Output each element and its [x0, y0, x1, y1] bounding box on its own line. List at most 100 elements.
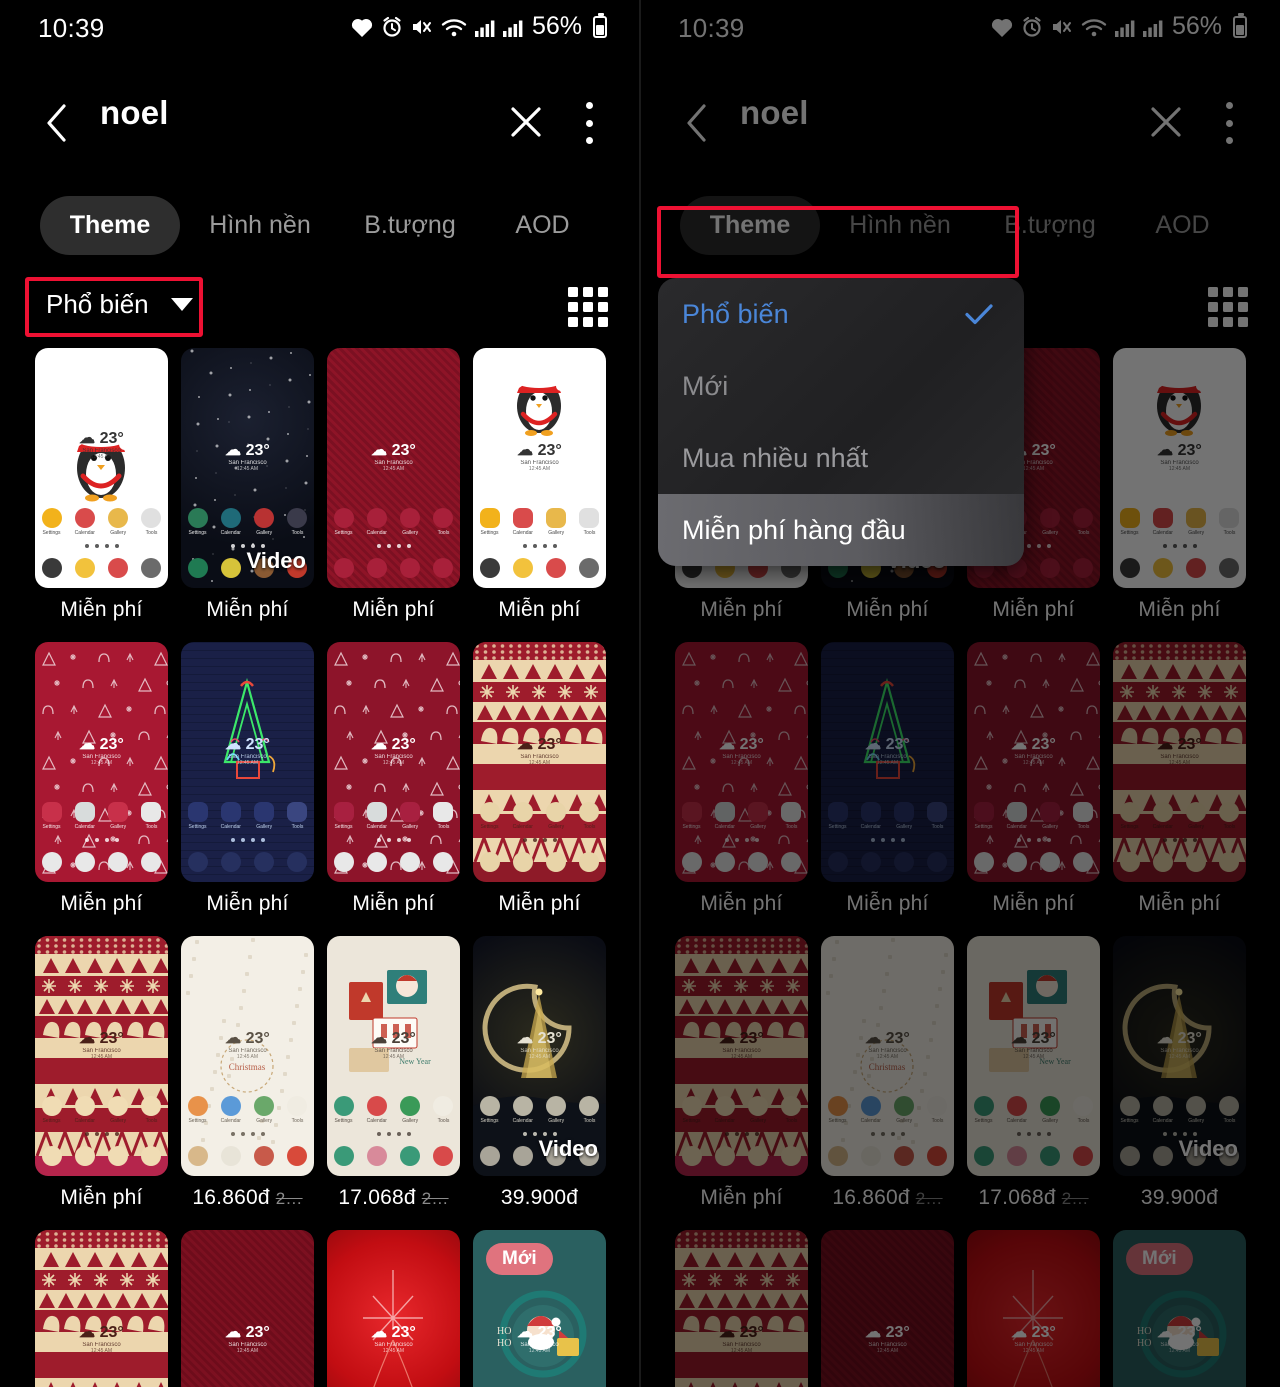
chevron-down-icon	[170, 298, 193, 311]
theme-card[interactable]: ☁ 23° San Francisco 12:45 AM Settings Ca…	[473, 642, 606, 916]
home-app-icon: Gallery	[546, 1096, 567, 1124]
home-dock-icon	[41, 558, 62, 578]
theme-preview: ☁ 23° San Francisco 12:45 AM Settings Ca…	[35, 1230, 168, 1387]
modal-scrim[interactable]	[640, 0, 1280, 1387]
home-dock-icon	[108, 558, 129, 578]
theme-price: Miễn phí	[206, 598, 289, 621]
menu-item-mien-phi-hang-dau[interactable]: Miễn phí hàng đầu	[658, 494, 1024, 566]
home-app-icon: Calendar	[220, 508, 241, 536]
home-dock-icon	[479, 558, 500, 578]
home-dock-icon	[220, 852, 241, 872]
home-app-icon: Settings	[479, 802, 500, 830]
theme-thumbnail[interactable]: ☁ 23° San Francisco 12:45 AM Settings Ca…	[327, 1230, 460, 1387]
home-dock-icon	[333, 1146, 354, 1166]
menu-item-mua-nhieu-nhat[interactable]: Mua nhiều nhất	[658, 422, 1024, 494]
home-dock	[41, 558, 162, 578]
home-app-icon: Tools	[287, 802, 308, 830]
weather-temp: ☁ 23°	[517, 736, 562, 753]
theme-thumbnail[interactable]: ☁ 23° San Francisco 12:45 AM Settings Ca…	[35, 642, 168, 882]
home-app-icon: Calendar	[220, 1096, 241, 1124]
theme-thumbnail[interactable]: ☁ 23° San Francisco 12:45 AM Settings Ca…	[35, 348, 168, 588]
theme-thumbnail[interactable]: ☁ 23° San Francisco 12:45 AM Settings Ca…	[327, 348, 460, 588]
theme-thumbnail[interactable]: ☁ 23° San Francisco 12:45 AM Settings Ca…	[473, 348, 606, 588]
theme-thumbnail[interactable]: ☁ 23° San Francisco 12:45 AM Settings Ca…	[473, 936, 606, 1176]
theme-thumbnail[interactable]: Christmas ☁ 23° San Francisco 12:45 AM S…	[181, 936, 314, 1176]
menu-item-pho-bien[interactable]: Phổ biến	[658, 278, 1024, 350]
theme-card[interactable]: Christmas ☁ 23° San Francisco 12:45 AM S…	[181, 936, 314, 1210]
close-icon[interactable]	[507, 103, 545, 141]
theme-thumbnail[interactable]: ☁ 23° San Francisco 12:45 AM Settings Ca…	[181, 348, 314, 588]
weather-temp: ☁ 23°	[371, 442, 416, 459]
theme-thumbnail[interactable]: ☁ 23° San Francisco 12:45 AM Settings Ca…	[473, 642, 606, 882]
home-app-icon: Settings	[41, 802, 62, 830]
theme-card[interactable]: ☁ 23° San Francisco 12:45 AM Settings Ca…	[181, 1230, 314, 1387]
theme-card[interactable]: ☁ 23° San Francisco 12:45 AM Settings Ca…	[181, 642, 314, 916]
weather-time: 12:45 AM	[528, 760, 551, 766]
theme-card[interactable]: ☁ 23° San Francisco 12:45 AM Settings Ca…	[35, 642, 168, 916]
theme-thumbnail[interactable]: ☁ 23° San Francisco 12:45 AM Settings Ca…	[327, 642, 460, 882]
dual-screenshot: 10:39 56% noel Theme Hình nền B.tượng AO…	[0, 0, 1280, 1387]
weather-temp: ☁ 23°	[517, 442, 562, 459]
home-dock-icon	[141, 558, 162, 578]
home-dock-icon	[187, 852, 208, 872]
category-tabs: Theme Hình nền B.tượng AOD	[0, 192, 640, 258]
home-page-dots	[35, 544, 168, 548]
home-dock-icon	[333, 852, 354, 872]
theme-thumbnail[interactable]: HO HO ☁ 23° San Francisco 12:45 AM Setti…	[473, 1230, 606, 1387]
theme-card[interactable]: ☁ 23° San Francisco 12:45 AM Settings Ca…	[35, 1230, 168, 1387]
theme-thumbnail[interactable]: ☁ 23° San Francisco 12:45 AM Settings Ca…	[35, 936, 168, 1176]
home-dock	[479, 852, 600, 872]
weather-temp: ☁ 23°	[79, 1030, 124, 1047]
home-app-icon: Calendar	[74, 802, 95, 830]
home-dock-icon	[74, 558, 95, 578]
theme-card[interactable]: HO HO ☁ 23° San Francisco 12:45 AM Setti…	[473, 1230, 606, 1387]
theme-card[interactable]: ☁ 23° San Francisco 12:45 AM Settings Ca…	[35, 936, 168, 1210]
menu-item-moi[interactable]: Mới	[658, 350, 1024, 422]
home-dock-icon	[579, 852, 600, 872]
theme-thumbnail[interactable]: ☁ 23° San Francisco 12:45 AM Settings Ca…	[181, 1230, 314, 1387]
tab-wallpaper[interactable]: Hình nền	[205, 211, 315, 240]
home-page-dots	[327, 544, 460, 548]
theme-thumbnail[interactable]: ☁ 23° San Francisco 12:45 AM Settings Ca…	[181, 642, 314, 882]
weather-temp: ☁ 23°	[517, 1030, 562, 1047]
home-dock-icon	[108, 852, 129, 872]
home-app-icon: Tools	[141, 508, 162, 536]
theme-card[interactable]: New Year ☁ 23° San Francisco 12:45 AM Se…	[327, 936, 460, 1210]
battery-icon	[593, 12, 607, 38]
theme-price: 17.068đ2…	[338, 1186, 449, 1209]
theme-price: Miễn phí	[498, 892, 581, 915]
theme-price: 39.900đ	[500, 1186, 579, 1209]
home-app-row: Settings Calendar Gallery Tools	[333, 802, 454, 830]
tab-icons[interactable]: B.tượng	[360, 211, 460, 240]
weather-time: 12:45 AM	[236, 466, 259, 472]
theme-card[interactable]: ☁ 23° San Francisco 12:45 AM Settings Ca…	[181, 348, 314, 622]
theme-card[interactable]: ☁ 23° San Francisco 12:45 AM Settings Ca…	[473, 348, 606, 622]
theme-grid-left: ☁ 23° San Francisco 12:45 AM Settings Ca…	[0, 348, 640, 1387]
tab-theme[interactable]: Theme	[40, 195, 180, 255]
home-app-icon: Gallery	[254, 508, 275, 536]
theme-preview: Christmas ☁ 23° San Francisco 12:45 AM S…	[181, 936, 314, 1176]
home-dock-icon	[546, 558, 567, 578]
weather-temp: ☁ 23°	[371, 736, 416, 753]
home-app-icon: Settings	[41, 1096, 62, 1124]
home-app-icon: Gallery	[254, 802, 275, 830]
grid-view-icon[interactable]	[568, 287, 608, 327]
weather-temp: ☁ 23°	[225, 442, 270, 459]
tab-aod[interactable]: AOD	[505, 211, 580, 240]
theme-thumbnail[interactable]: ☁ 23° San Francisco 12:45 AM Settings Ca…	[35, 1230, 168, 1387]
back-chevron-icon[interactable]	[40, 100, 74, 146]
home-app-icon: Tools	[433, 802, 454, 830]
search-query-text[interactable]: noel	[100, 94, 169, 132]
alarm-icon	[381, 16, 403, 38]
weather-widget: ☁ 23° San Francisco 12:45 AM	[35, 428, 168, 460]
theme-thumbnail[interactable]: New Year ☁ 23° San Francisco 12:45 AM Se…	[327, 936, 460, 1176]
filter-dropdown-button[interactable]: Phổ biến	[46, 289, 193, 320]
theme-card[interactable]: ☁ 23° San Francisco 12:45 AM Settings Ca…	[327, 348, 460, 622]
more-vertical-icon[interactable]	[584, 102, 594, 144]
theme-card[interactable]: ☁ 23° San Francisco 12:45 AM Settings Ca…	[473, 936, 606, 1210]
theme-card[interactable]: ☁ 23° San Francisco 12:45 AM Settings Ca…	[327, 1230, 460, 1387]
theme-card[interactable]: ☁ 23° San Francisco 12:45 AM Settings Ca…	[327, 642, 460, 916]
theme-card[interactable]: ☁ 23° San Francisco 12:45 AM Settings Ca…	[35, 348, 168, 622]
home-app-icon: Calendar	[512, 508, 533, 536]
new-badge: Mới	[486, 1243, 553, 1275]
